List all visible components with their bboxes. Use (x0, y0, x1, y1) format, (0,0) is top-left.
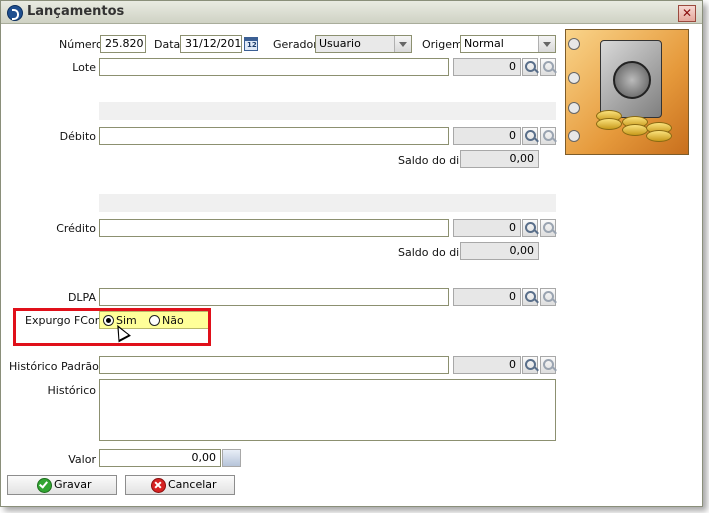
dlpa-field[interactable] (99, 288, 449, 306)
historico-padrao-search-button[interactable] (522, 356, 538, 374)
chevron-down-icon[interactable] (394, 36, 411, 52)
lote-search-button[interactable] (522, 58, 538, 76)
credito-lookup-button[interactable] (540, 219, 556, 237)
separator (99, 194, 556, 212)
calendar-icon[interactable]: 12 (244, 37, 258, 51)
search-icon (543, 291, 554, 302)
binder-ring-icon (568, 38, 580, 50)
calculator-icon[interactable] (222, 449, 241, 467)
safe-dial-icon (613, 61, 651, 99)
historico-padrao-label: Histórico Padrão (9, 360, 99, 373)
dlpa-label: DLPA (67, 291, 96, 304)
debito-code: 0 (453, 127, 521, 145)
title-bar: Lançamentos ✕ (1, 1, 702, 24)
cancel-icon (151, 478, 166, 493)
debito-label: Débito (59, 130, 96, 143)
lancamentos-window: Lançamentos ✕ Número 25.820 Data 31/12/2… (0, 0, 703, 507)
historico-padrao-field[interactable] (99, 356, 449, 374)
lote-lookup-button[interactable] (540, 58, 556, 76)
gerador-label: Gerador (273, 38, 318, 51)
historico-textarea[interactable] (99, 379, 556, 441)
credito-search-button[interactable] (522, 219, 538, 237)
origem-select[interactable]: Normal (460, 35, 556, 53)
historico-padrao-code: 0 (453, 356, 521, 374)
vault-illustration (565, 29, 689, 155)
close-button[interactable]: ✕ (678, 5, 696, 22)
cancelar-button[interactable]: Cancelar (125, 475, 235, 495)
coin-icon (596, 118, 622, 130)
gerador-select[interactable]: Usuario (315, 35, 412, 53)
dlpa-lookup-button[interactable] (540, 288, 556, 306)
search-icon (525, 61, 536, 72)
debito-search-button[interactable] (522, 127, 538, 145)
gravar-button[interactable]: Gravar (7, 475, 117, 495)
binder-ring-icon (568, 130, 580, 142)
separator (99, 102, 556, 120)
dlpa-search-button[interactable] (522, 288, 538, 306)
window-title: Lançamentos (27, 4, 125, 19)
credito-saldo-label: Saldo do dia (398, 246, 466, 259)
valor-label: Valor (68, 453, 96, 466)
credito-label: Crédito (56, 222, 96, 235)
search-icon (525, 222, 536, 233)
search-icon (525, 359, 536, 370)
app-icon (7, 5, 23, 21)
dlpa-code: 0 (453, 288, 521, 306)
chevron-down-icon[interactable] (538, 36, 555, 52)
search-icon (543, 61, 554, 72)
lote-field[interactable] (99, 58, 449, 76)
search-icon (543, 130, 554, 141)
check-icon (37, 478, 52, 493)
debito-saldo-value: 0,00 (460, 150, 539, 168)
coin-icon (646, 130, 672, 142)
search-icon (525, 130, 536, 141)
safe-icon (600, 40, 662, 118)
search-icon (543, 359, 554, 370)
historico-padrao-lookup-button[interactable] (540, 356, 556, 374)
coin-icon (622, 124, 648, 136)
debito-lookup-button[interactable] (540, 127, 556, 145)
credito-code: 0 (453, 219, 521, 237)
binder-ring-icon (568, 102, 580, 114)
search-icon (525, 291, 536, 302)
valor-field[interactable]: 0,00 (99, 449, 221, 467)
lote-code: 0 (453, 58, 521, 76)
debito-field[interactable] (99, 127, 449, 145)
lote-label: Lote (72, 61, 96, 74)
debito-saldo-label: Saldo do dia (398, 154, 466, 167)
numero-label: Número (59, 38, 103, 51)
historico-label: Histórico (47, 384, 96, 397)
credito-saldo-value: 0,00 (460, 242, 539, 260)
search-icon (543, 222, 554, 233)
data-field[interactable]: 31/12/2010 (180, 35, 242, 53)
credito-field[interactable] (99, 219, 449, 237)
numero-field[interactable]: 25.820 (100, 35, 146, 53)
data-label: Data (154, 38, 181, 51)
binder-ring-icon (568, 72, 580, 84)
origem-label: Origem (422, 38, 463, 51)
